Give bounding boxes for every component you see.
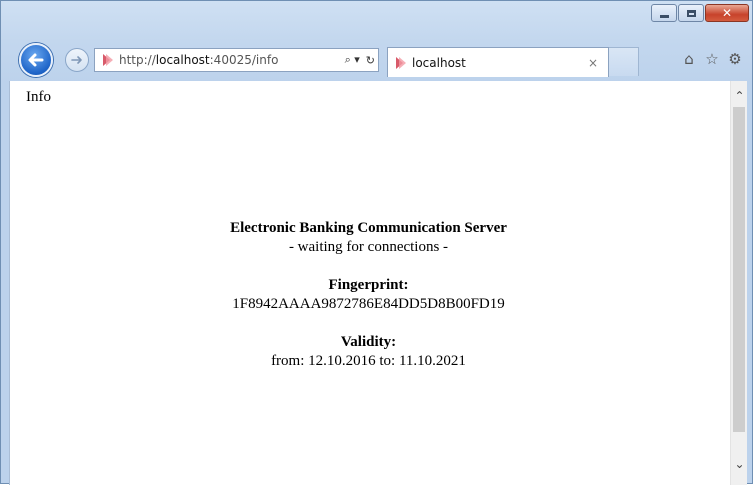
gear-icon[interactable]: ⚙: [726, 50, 744, 68]
maximize-icon: [686, 9, 696, 17]
tab-localhost[interactable]: localhost ×: [387, 47, 609, 77]
caption-buttons: ✕: [650, 4, 749, 22]
back-arrow-icon: [28, 53, 44, 67]
fingerprint-label: Fingerprint:: [328, 277, 409, 293]
address-tools: ⌕ ▾ ↻: [342, 53, 378, 67]
address-url[interactable]: http://localhost:40025/info: [119, 53, 278, 67]
minimize-icon: [659, 14, 669, 18]
scroll-up-icon[interactable]: ⌃: [731, 89, 748, 103]
site-favicon-icon: [103, 54, 113, 66]
page-heading: Info: [26, 89, 51, 105]
page-content: Info Electronic Banking Communication Se…: [9, 81, 747, 485]
address-bar[interactable]: http://localhost:40025/info ⌕ ▾ ↻: [94, 48, 379, 72]
favorites-star-icon[interactable]: ☆: [703, 50, 721, 68]
scroll-down-icon[interactable]: ⌄: [731, 457, 748, 471]
url-scheme: http://: [119, 53, 156, 67]
scrollbar-thumb[interactable]: [733, 107, 745, 432]
maximize-button[interactable]: [678, 4, 704, 22]
validity-value: from: 12.10.2016 to: 11.10.2021: [271, 353, 466, 369]
minimize-button[interactable]: [651, 4, 677, 22]
server-status: - waiting for connections -: [288, 239, 449, 255]
search-dropdown-icon[interactable]: ⌕ ▾: [345, 53, 360, 67]
server-title: Electronic Banking Communication Server: [230, 220, 507, 236]
forward-arrow-icon: [71, 56, 82, 64]
url-path: :40025/info: [209, 53, 279, 67]
browser-window: ✕ http://localhost:40025/info ⌕ ▾ ↻ loca…: [0, 0, 753, 485]
close-icon: ✕: [721, 6, 733, 20]
fingerprint-value: 1F8942AAAA9872786E84DD5D8B00FD19: [232, 296, 505, 312]
server-info: Electronic Banking Communication Server …: [10, 219, 727, 371]
forward-button[interactable]: [65, 48, 89, 72]
back-button[interactable]: [19, 43, 53, 77]
url-host: localhost: [155, 53, 210, 67]
toolbar-icons: ⌂ ☆ ⚙: [675, 50, 744, 68]
close-window-button[interactable]: ✕: [705, 4, 749, 22]
tab-favicon-icon: [396, 56, 406, 69]
home-icon[interactable]: ⌂: [680, 50, 698, 68]
refresh-icon[interactable]: ↻: [366, 54, 375, 67]
tab-close-icon[interactable]: ×: [588, 56, 598, 70]
tab-title: localhost: [412, 55, 466, 70]
validity-label: Validity:: [340, 334, 397, 350]
vertical-scrollbar[interactable]: ⌃ ⌄: [730, 81, 747, 485]
new-tab-button[interactable]: [609, 47, 639, 76]
